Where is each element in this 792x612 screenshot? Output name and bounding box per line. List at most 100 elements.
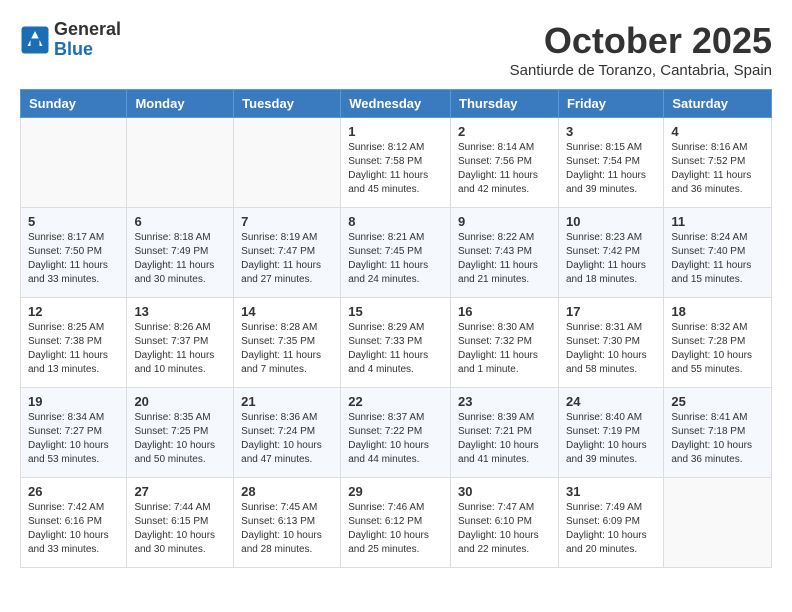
weekday-header-tuesday: Tuesday: [234, 90, 341, 118]
calendar-week-row: 12 Sunrise: 8:25 AM Sunset: 7:38 PM Dayli…: [21, 298, 772, 388]
weekday-header-sunday: Sunday: [21, 90, 127, 118]
calendar-cell: 5Sunrise: 8:17 AM Sunset: 7:50 PM Daylig…: [21, 208, 127, 298]
day-info: Sunrise: 8:25 AM Sunset: 7:38 PM Dayligh…: [28, 321, 119, 377]
calendar-header-row: SundayMondayTuesdayWednesdayThursdayFrid…: [21, 90, 772, 118]
day-number: 20: [134, 394, 226, 409]
day-number: 24: [566, 394, 656, 409]
day-info: Sunrise: 8:31 AM Sunset: 7:30 PM Dayligh…: [566, 321, 656, 377]
day-number: 14: [241, 304, 333, 319]
day-info: Sunrise: 8:23 AM Sunset: 7:42 PM Dayligh…: [566, 231, 656, 287]
day-number: 25: [671, 394, 764, 409]
day-info: Sunrise: 8:37 AM Sunset: 7:22 PM Dayligh…: [348, 411, 443, 467]
calendar-cell: 12 Sunrise: 8:25 AM Sunset: 7:38 PM Dayli…: [21, 298, 127, 388]
day-info: Sunrise: 7:44 AM Sunset: 6:15 PM Dayligh…: [134, 501, 226, 557]
weekday-header-thursday: Thursday: [451, 90, 559, 118]
calendar-cell: 16Sunrise: 8:30 AM Sunset: 7:32 PM Dayli…: [451, 298, 559, 388]
calendar-cell: 11Sunrise: 8:24 AM Sunset: 7:40 PM Dayli…: [664, 208, 772, 298]
calendar-cell: 7 Sunrise: 8:19 AM Sunset: 7:47 PM Daylig…: [234, 208, 341, 298]
day-info: Sunrise: 8:12 AM Sunset: 7:58 PM Dayligh…: [348, 141, 443, 197]
day-number: 6: [134, 214, 226, 229]
day-number: 11: [671, 214, 764, 229]
calendar-cell: 28 Sunrise: 7:45 AM Sunset: 6:13 PM Dayli…: [234, 478, 341, 568]
day-number: 15: [348, 304, 443, 319]
weekday-header-wednesday: Wednesday: [341, 90, 451, 118]
logo-blue: Blue: [54, 40, 121, 60]
calendar-cell: 6Sunrise: 8:18 AM Sunset: 7:49 PM Daylig…: [127, 208, 234, 298]
day-number: 18: [671, 304, 764, 319]
day-number: 1: [348, 124, 443, 139]
calendar-week-row: 26Sunrise: 7:42 AM Sunset: 6:16 PM Dayli…: [21, 478, 772, 568]
calendar-week-row: 19Sunrise: 8:34 AM Sunset: 7:27 PM Dayli…: [21, 388, 772, 478]
logo: General Blue: [20, 20, 121, 60]
calendar-cell: 2 Sunrise: 8:14 AM Sunset: 7:56 PM Daylig…: [451, 118, 559, 208]
calendar-cell: 26Sunrise: 7:42 AM Sunset: 6:16 PM Dayli…: [21, 478, 127, 568]
day-info: Sunrise: 8:39 AM Sunset: 7:21 PM Dayligh…: [458, 411, 551, 467]
calendar-cell: 13 Sunrise: 8:26 AM Sunset: 7:37 PM Dayli…: [127, 298, 234, 388]
calendar-week-row: 5Sunrise: 8:17 AM Sunset: 7:50 PM Daylig…: [21, 208, 772, 298]
day-info: Sunrise: 8:34 AM Sunset: 7:27 PM Dayligh…: [28, 411, 119, 467]
day-info: Sunrise: 8:32 AM Sunset: 7:28 PM Dayligh…: [671, 321, 764, 377]
day-info: Sunrise: 8:15 AM Sunset: 7:54 PM Dayligh…: [566, 141, 656, 197]
location-subtitle: Santiurde de Toranzo, Cantabria, Spain: [510, 62, 772, 79]
calendar-cell: 10 Sunrise: 8:23 AM Sunset: 7:42 PM Dayli…: [558, 208, 663, 298]
day-info: Sunrise: 8:30 AM Sunset: 7:32 PM Dayligh…: [458, 321, 551, 377]
day-number: 21: [241, 394, 333, 409]
calendar-cell: [127, 118, 234, 208]
day-number: 27: [134, 484, 226, 499]
day-info: Sunrise: 7:42 AM Sunset: 6:16 PM Dayligh…: [28, 501, 119, 557]
day-number: 7: [241, 214, 333, 229]
day-number: 17: [566, 304, 656, 319]
calendar-cell: 24 Sunrise: 8:40 AM Sunset: 7:19 PM Dayli…: [558, 388, 663, 478]
calendar-cell: 27 Sunrise: 7:44 AM Sunset: 6:15 PM Dayli…: [127, 478, 234, 568]
day-number: 2: [458, 124, 551, 139]
day-info: Sunrise: 7:46 AM Sunset: 6:12 PM Dayligh…: [348, 501, 443, 557]
calendar-cell: 29Sunrise: 7:46 AM Sunset: 6:12 PM Dayli…: [341, 478, 451, 568]
calendar-cell: 25 Sunrise: 8:41 AM Sunset: 7:18 PM Dayli…: [664, 388, 772, 478]
day-number: 12: [28, 304, 119, 319]
day-info: Sunrise: 8:17 AM Sunset: 7:50 PM Dayligh…: [28, 231, 119, 287]
calendar-cell: [664, 478, 772, 568]
calendar-cell: [21, 118, 127, 208]
day-info: Sunrise: 7:45 AM Sunset: 6:13 PM Dayligh…: [241, 501, 333, 557]
calendar-cell: 20Sunrise: 8:35 AM Sunset: 7:25 PM Dayli…: [127, 388, 234, 478]
calendar-cell: 30Sunrise: 7:47 AM Sunset: 6:10 PM Dayli…: [451, 478, 559, 568]
day-info: Sunrise: 8:36 AM Sunset: 7:24 PM Dayligh…: [241, 411, 333, 467]
day-number: 13: [134, 304, 226, 319]
day-number: 3: [566, 124, 656, 139]
day-number: 10: [566, 214, 656, 229]
logo-general: General: [54, 20, 121, 40]
day-info: Sunrise: 8:19 AM Sunset: 7:47 PM Dayligh…: [241, 231, 333, 287]
logo-text: General Blue: [54, 20, 121, 60]
calendar-cell: 17 Sunrise: 8:31 AM Sunset: 7:30 PM Dayli…: [558, 298, 663, 388]
day-info: Sunrise: 8:14 AM Sunset: 7:56 PM Dayligh…: [458, 141, 551, 197]
day-info: Sunrise: 8:26 AM Sunset: 7:37 PM Dayligh…: [134, 321, 226, 377]
weekday-header-friday: Friday: [558, 90, 663, 118]
day-number: 23: [458, 394, 551, 409]
day-info: Sunrise: 8:29 AM Sunset: 7:33 PM Dayligh…: [348, 321, 443, 377]
month-title: October 2025: [510, 20, 772, 62]
calendar-cell: 3 Sunrise: 8:15 AM Sunset: 7:54 PM Daylig…: [558, 118, 663, 208]
day-number: 9: [458, 214, 551, 229]
day-info: Sunrise: 8:41 AM Sunset: 7:18 PM Dayligh…: [671, 411, 764, 467]
calendar-cell: 1 Sunrise: 8:12 AM Sunset: 7:58 PM Daylig…: [341, 118, 451, 208]
weekday-header-saturday: Saturday: [664, 90, 772, 118]
day-number: 22: [348, 394, 443, 409]
calendar-cell: 19Sunrise: 8:34 AM Sunset: 7:27 PM Dayli…: [21, 388, 127, 478]
calendar-cell: 14Sunrise: 8:28 AM Sunset: 7:35 PM Dayli…: [234, 298, 341, 388]
day-number: 31: [566, 484, 656, 499]
calendar-cell: [234, 118, 341, 208]
day-number: 30: [458, 484, 551, 499]
calendar-table: SundayMondayTuesdayWednesdayThursdayFrid…: [20, 89, 772, 568]
day-number: 28: [241, 484, 333, 499]
weekday-header-monday: Monday: [127, 90, 234, 118]
logo-icon: [20, 25, 50, 55]
calendar-cell: 22 Sunrise: 8:37 AM Sunset: 7:22 PM Dayli…: [341, 388, 451, 478]
calendar-cell: 23 Sunrise: 8:39 AM Sunset: 7:21 PM Dayli…: [451, 388, 559, 478]
day-number: 4: [671, 124, 764, 139]
title-block: October 2025 Santiurde de Toranzo, Canta…: [510, 20, 772, 79]
day-info: Sunrise: 8:22 AM Sunset: 7:43 PM Dayligh…: [458, 231, 551, 287]
calendar-cell: 31Sunrise: 7:49 AM Sunset: 6:09 PM Dayli…: [558, 478, 663, 568]
day-number: 8: [348, 214, 443, 229]
day-info: Sunrise: 8:40 AM Sunset: 7:19 PM Dayligh…: [566, 411, 656, 467]
page-header: General Blue October 2025 Santiurde de T…: [20, 20, 772, 79]
